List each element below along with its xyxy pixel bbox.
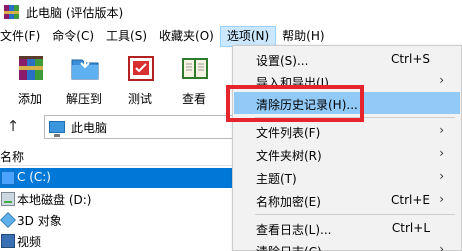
view-book-icon [182, 58, 208, 79]
list-item-label: 本地磁盘 (D:) [17, 193, 92, 207]
winrar-app-icon [4, 3, 20, 21]
menu-separator [255, 214, 455, 215]
drive-icon [1, 192, 15, 206]
submenu-arrow-icon: › [439, 73, 444, 87]
list-item-label: 3D 对象 [17, 214, 62, 228]
menu-item-themes[interactable]: 主题(T) › [234, 166, 460, 188]
menu-favorites[interactable]: 收藏夹(O) [153, 26, 220, 47]
test-button[interactable]: 测试 [116, 49, 164, 109]
options-dropdown-menu: 设置(S)... Ctrl+S 导入和导出(I) › 清除历史记录(H)... … [232, 45, 462, 251]
submenu-arrow-icon: › [439, 192, 444, 206]
submenu-arrow-icon: › [439, 169, 444, 183]
add-label: 添加 [17, 92, 42, 106]
shortcut-ctrl-e: Ctrl+E [391, 193, 430, 207]
this-pc-icon [49, 121, 65, 137]
extract-folder-icon [71, 57, 99, 80]
menu-options[interactable]: 选项(N) [219, 26, 277, 47]
menu-file[interactable]: 文件(F) [0, 26, 46, 47]
add-button[interactable]: 添加 [6, 49, 54, 109]
view-button[interactable]: 查看 [170, 49, 218, 109]
shortcut-ctrl-l: Ctrl+L [391, 221, 430, 235]
window-title: 此电脑 (评估版本) [26, 6, 124, 20]
menu-bar: 文件(F) 命令(C) 工具(S) 收藏夹(O) 选项(N) 帮助(H) [0, 26, 462, 47]
view-label: 查看 [181, 92, 206, 106]
windows-drive-icon [1, 171, 15, 185]
address-path: 此电脑 [71, 121, 108, 135]
submenu-arrow-icon: › [439, 123, 444, 137]
test-label: 测试 [127, 92, 152, 106]
test-icon [128, 56, 154, 81]
menu-help[interactable]: 帮助(H) [276, 26, 330, 47]
annotation-highlight-box [226, 85, 364, 122]
menu-tools[interactable]: 工具(S) [100, 26, 153, 47]
list-item-label: C (C:) [17, 170, 51, 184]
submenu-arrow-icon: › [439, 242, 444, 251]
extract-to-button[interactable]: 解压到 [60, 49, 108, 109]
menu-item-folder-tree[interactable]: 文件夹树(R) › [234, 143, 460, 165]
column-header-name[interactable]: 名称 [0, 148, 24, 165]
menu-commands[interactable]: 命令(C) [46, 26, 100, 47]
video-folder-icon [1, 234, 15, 248]
add-archive-icon [19, 56, 43, 80]
menu-item-name-encryption[interactable]: 名称加密(E) Ctrl+E › [234, 189, 460, 211]
menu-item-file-list[interactable]: 文件列表(F) › [234, 120, 460, 142]
menu-item-view-log[interactable]: 查看日志(L)... Ctrl+L [234, 217, 460, 239]
list-item-label: 视频 [17, 235, 42, 249]
title-bar: 此电脑 (评估版本) [0, 0, 462, 24]
3d-objects-icon [0, 212, 16, 228]
submenu-arrow-icon: › [439, 146, 444, 160]
toolbar: 添加 解压到 测试 查看 [0, 49, 230, 109]
menu-item-clear-log[interactable]: 清除日志(C) › [234, 239, 460, 251]
shortcut-ctrl-s: Ctrl+S [390, 52, 430, 66]
menu-item-settings[interactable]: 设置(S)... Ctrl+S [234, 48, 460, 70]
up-arrow-icon[interactable]: ↑ [4, 116, 22, 136]
extract-to-label: 解压到 [65, 92, 102, 106]
